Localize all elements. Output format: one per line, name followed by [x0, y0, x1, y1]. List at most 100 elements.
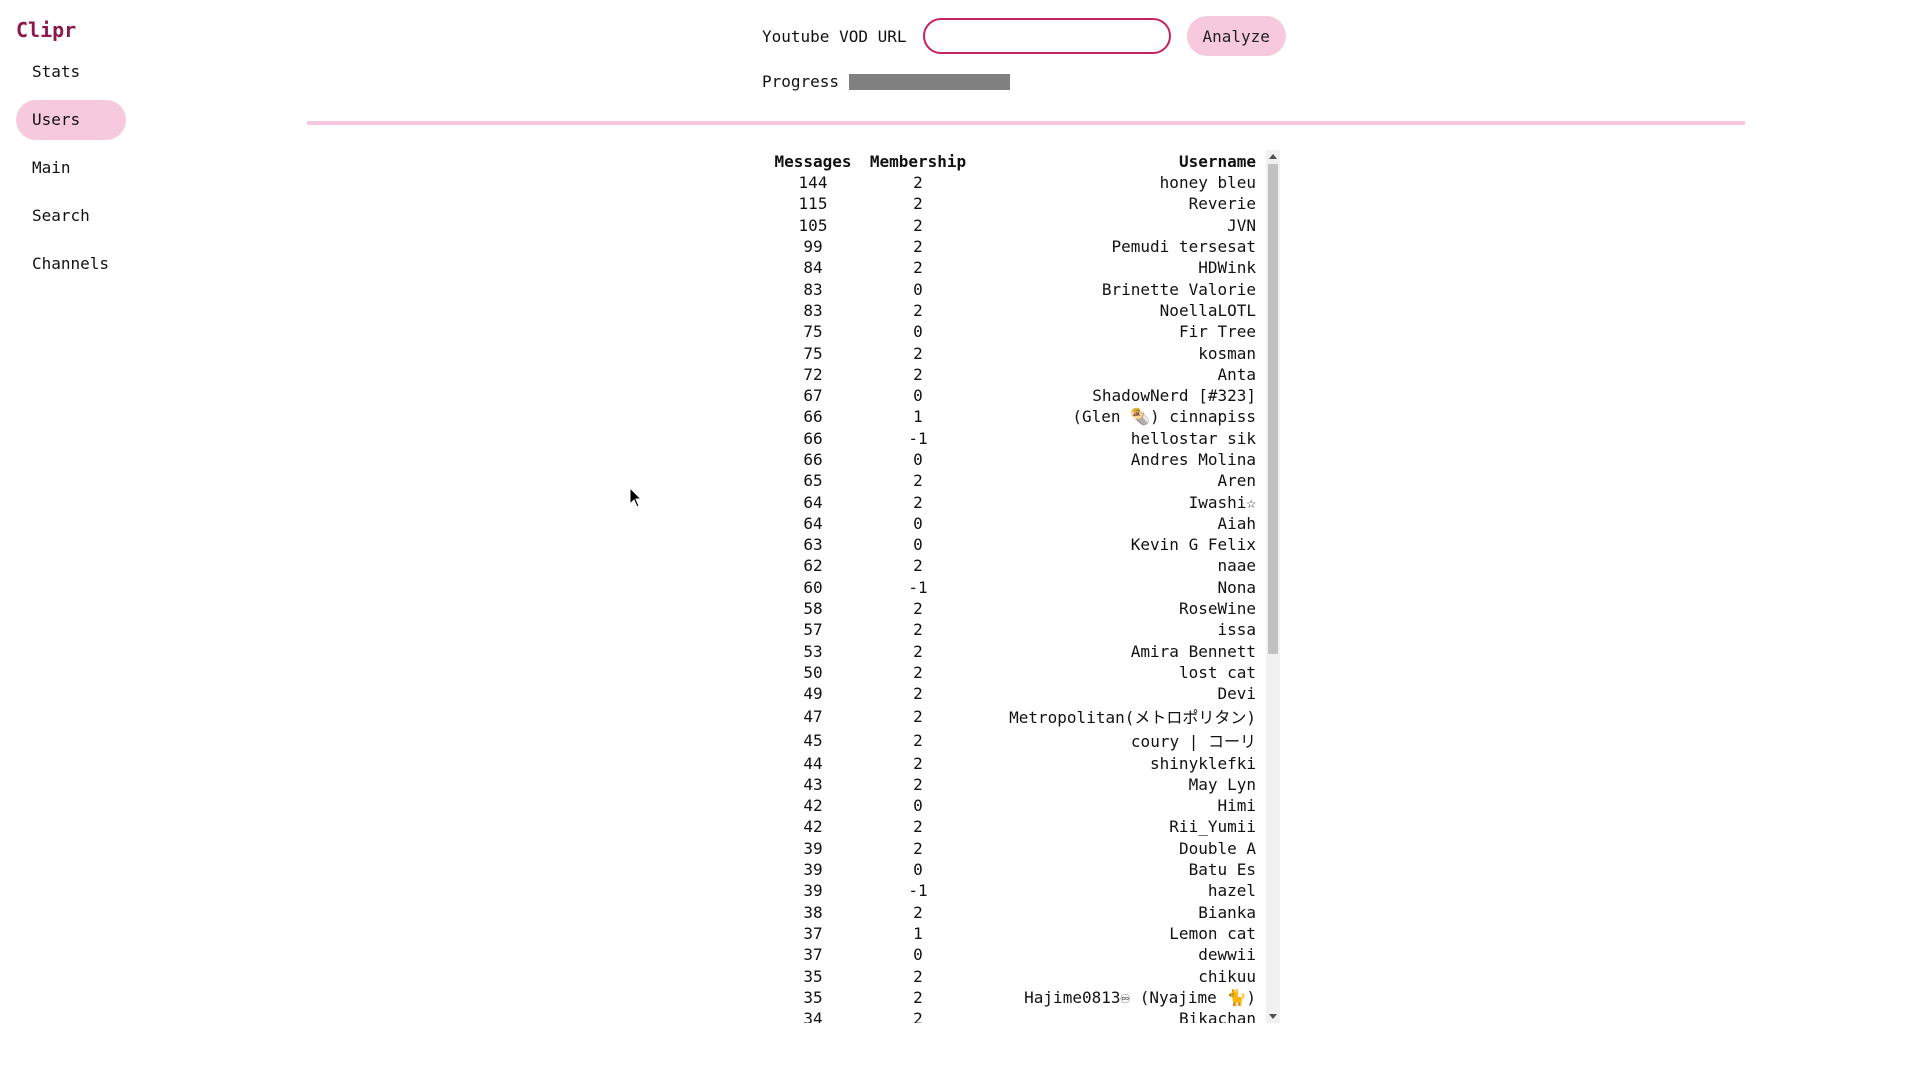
sidebar-item-users[interactable]: Users [16, 100, 126, 140]
cell-membership: 2 [913, 817, 923, 837]
table-row: 64 2 Iwashi☆ [768, 491, 1258, 512]
cell-membership: 2 [913, 730, 923, 750]
cell-username: NoellaLOTL [1159, 300, 1256, 320]
cell-messages: 99 [803, 237, 823, 257]
cell-username: May Lyn [1188, 774, 1256, 794]
table-row: 63 0 Kevin G Felix [768, 534, 1258, 555]
cell-membership: 2 [913, 599, 923, 619]
cell-membership: 2 [913, 343, 923, 363]
table-row: 47 2 Metropolitan(メトロポリタン) [768, 704, 1258, 728]
cell-username: Pemudi tersesat [1111, 237, 1257, 257]
cell-username: JVN [1227, 215, 1256, 235]
cell-messages: 47 [803, 706, 823, 726]
table-row: 66 -1 hellostar sik [768, 428, 1258, 449]
cell-messages: 50 [803, 662, 823, 682]
table-row: 45 2 coury | コーリ [768, 728, 1258, 752]
divider [307, 121, 1745, 125]
cell-username: lost cat [1178, 662, 1256, 682]
cell-messages: 62 [803, 556, 823, 576]
sidebar-nav: Stats Users Main Search Channels [16, 52, 126, 292]
table-row: 105 2 JVN [768, 215, 1258, 236]
cell-messages: 144 [798, 173, 828, 193]
cell-membership: -1 [908, 881, 928, 901]
cell-messages: 42 [803, 796, 823, 816]
users-table-container[interactable]: Messages Membership Username 144 2 honey b… [768, 150, 1280, 1024]
cell-messages: 75 [803, 343, 823, 363]
cell-messages: 72 [803, 364, 823, 384]
header-messages[interactable]: Messages [768, 150, 858, 172]
cell-messages: 57 [803, 620, 823, 640]
cell-username: Aren [1217, 471, 1256, 491]
cell-membership: 2 [913, 300, 923, 320]
cell-membership: 2 [913, 641, 923, 661]
table-row: 67 0 ShadowNerd [#323] [768, 385, 1258, 406]
sidebar-item-search[interactable]: Search [16, 196, 126, 236]
cell-messages: 42 [803, 817, 823, 837]
cell-membership: 2 [913, 1009, 923, 1023]
table-row: 115 2 Reverie [768, 193, 1258, 214]
progress-label: Progress [762, 72, 840, 91]
cell-messages: 53 [803, 641, 823, 661]
scrollbar-thumb[interactable] [1268, 164, 1278, 654]
cell-membership: 2 [913, 215, 923, 235]
table-row: 66 1 (Glen 🌯) cinnapiss [768, 406, 1258, 427]
table-row: 43 2 May Lyn [768, 774, 1258, 795]
vod-url-input[interactable] [922, 18, 1171, 54]
cell-username: ShadowNerd [#323] [1092, 386, 1256, 406]
scroll-down-arrow-icon[interactable] [1269, 1014, 1277, 1019]
header-membership[interactable]: Membership [858, 150, 978, 172]
table-row: 84 2 HDWink [768, 257, 1258, 278]
table-row: 37 0 dewwii [768, 944, 1258, 965]
table-row: 83 0 Brinette Valorie [768, 278, 1258, 299]
cell-membership: 2 [913, 987, 923, 1007]
cell-username: coury | コーリ [1130, 732, 1256, 752]
table-row: 144 2 honey bleu [768, 172, 1258, 193]
cell-username: issa [1217, 620, 1256, 640]
sidebar: Clipr Stats Users Main Search Channels [0, 0, 140, 1080]
cell-messages: 83 [803, 300, 823, 320]
table-row: 50 2 lost cat [768, 662, 1258, 683]
table-header-row: Messages Membership Username [768, 150, 1258, 172]
cell-membership: 2 [913, 662, 923, 682]
cell-membership: 2 [913, 258, 923, 278]
cell-messages: 44 [803, 753, 823, 773]
cell-username: RoseWine [1178, 599, 1256, 619]
sidebar-item-main[interactable]: Main [16, 148, 126, 188]
cell-membership: 2 [913, 237, 923, 257]
cell-username: Anta [1217, 364, 1256, 384]
cell-membership: 2 [913, 838, 923, 858]
table-row: 57 2 issa [768, 619, 1258, 640]
cell-membership: 2 [913, 492, 923, 512]
cell-messages: 66 [803, 428, 823, 448]
cell-membership: 2 [913, 966, 923, 986]
sidebar-item-channels[interactable]: Channels [16, 244, 126, 284]
cell-messages: 75 [803, 322, 823, 342]
cell-username: chikuu [1198, 966, 1256, 986]
cell-membership: 0 [913, 322, 923, 342]
analyze-button[interactable]: Analyze [1186, 16, 1286, 56]
cell-username: Andres Molina [1130, 450, 1256, 469]
cell-messages: 67 [803, 386, 823, 406]
cell-membership: 2 [913, 684, 923, 704]
sidebar-item-stats[interactable]: Stats [16, 52, 126, 92]
app-logo[interactable]: Clipr [16, 18, 76, 42]
url-label: Youtube VOD URL [762, 26, 907, 46]
table-row: 99 2 Pemudi tersesat [768, 236, 1258, 257]
cell-messages: 37 [803, 945, 823, 965]
cell-messages: 49 [803, 684, 823, 704]
cell-username: Double A [1178, 838, 1256, 858]
cell-username: shinyklefki [1150, 753, 1256, 773]
cell-username: Bikachan [1178, 1009, 1256, 1023]
scroll-up-arrow-icon[interactable] [1269, 154, 1277, 159]
progress-fill [849, 73, 1011, 90]
cell-membership: 2 [913, 556, 923, 576]
table-scrollbar[interactable] [1266, 150, 1280, 1023]
cell-username: Himi [1217, 796, 1256, 816]
cell-username: (Glen 🌯) cinnapiss [1072, 407, 1256, 427]
table-row: 42 2 Rii_Yumii [768, 816, 1258, 837]
cell-username: hazel [1207, 881, 1256, 901]
cell-username: Iwashi☆ [1188, 492, 1256, 512]
table-row: 39 2 Double A [768, 838, 1258, 859]
cell-messages: 60 [803, 577, 823, 597]
header-username[interactable]: Username [978, 150, 1258, 172]
